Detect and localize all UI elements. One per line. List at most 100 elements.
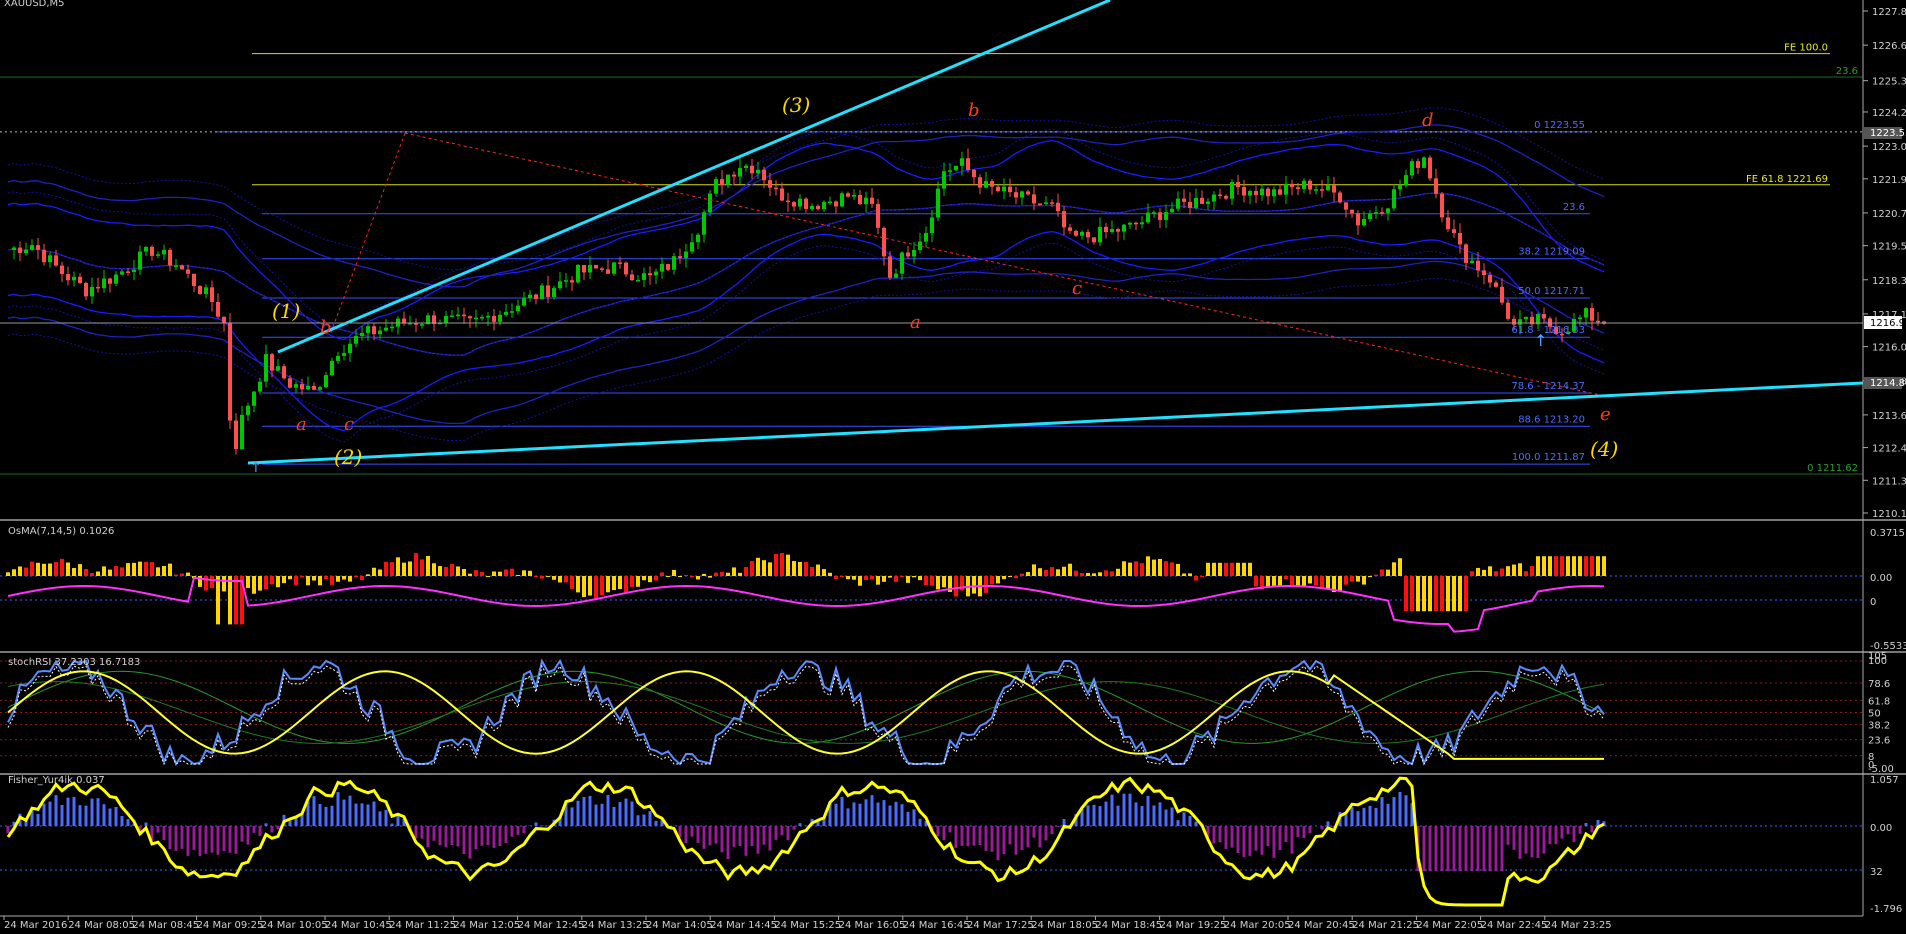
- candle-body[interactable]: [276, 366, 280, 370]
- candle-body[interactable]: [1020, 191, 1024, 197]
- candle-body[interactable]: [1518, 319, 1522, 324]
- candle-body[interactable]: [684, 251, 688, 257]
- candle-body[interactable]: [108, 279, 112, 284]
- candle-body[interactable]: [1224, 196, 1228, 199]
- candle-body[interactable]: [330, 361, 334, 375]
- candle-body[interactable]: [1350, 210, 1354, 214]
- candle-body[interactable]: [1446, 217, 1450, 229]
- candle-body[interactable]: [162, 250, 166, 254]
- time-axis[interactable]: 24 Mar 201624 Mar 08:0524 Mar 08:4524 Ma…: [0, 916, 1863, 930]
- candle-body[interactable]: [486, 316, 490, 318]
- candle-body[interactable]: [804, 199, 808, 209]
- candle-body[interactable]: [192, 274, 196, 286]
- candle-body[interactable]: [96, 287, 100, 289]
- candle-body[interactable]: [1122, 225, 1126, 232]
- candle-body[interactable]: [672, 256, 676, 270]
- candle-body[interactable]: [852, 195, 856, 197]
- osma-pane[interactable]: OsMA(7,14,5) 0.1026: [0, 526, 1863, 632]
- candle-body[interactable]: [1500, 287, 1504, 303]
- candle-body[interactable]: [624, 263, 628, 275]
- candle-body[interactable]: [1218, 194, 1222, 196]
- candle-body[interactable]: [342, 353, 346, 356]
- candle-body[interactable]: [708, 194, 712, 213]
- candle-body[interactable]: [1380, 212, 1384, 214]
- candle-body[interactable]: [816, 206, 820, 209]
- fisher-pane[interactable]: Fisher_Yur4ik 0.037: [0, 775, 1863, 905]
- candle-body[interactable]: [1458, 233, 1462, 244]
- candle-body[interactable]: [468, 316, 472, 318]
- candle-body[interactable]: [1344, 202, 1348, 209]
- candle-body[interactable]: [288, 378, 292, 387]
- candle-body[interactable]: [1356, 213, 1360, 225]
- candle-body[interactable]: [1452, 229, 1456, 233]
- candle-body[interactable]: [1272, 189, 1276, 196]
- candle-body[interactable]: [786, 201, 790, 203]
- candle-body[interactable]: [1176, 199, 1180, 209]
- candle-body[interactable]: [348, 344, 352, 353]
- candle-body[interactable]: [252, 392, 256, 406]
- candle-body[interactable]: [1188, 202, 1192, 208]
- candle-body[interactable]: [744, 166, 748, 168]
- candle-body[interactable]: [1014, 192, 1018, 197]
- candle-body[interactable]: [924, 233, 928, 241]
- candle-body[interactable]: [1512, 319, 1516, 325]
- candle-body[interactable]: [570, 280, 574, 282]
- candle-body[interactable]: [1248, 191, 1252, 196]
- candle-body[interactable]: [888, 256, 892, 277]
- candle-body[interactable]: [798, 199, 802, 207]
- candle-body[interactable]: [114, 275, 118, 284]
- candle-body[interactable]: [678, 256, 682, 258]
- candle-body[interactable]: [1242, 187, 1246, 195]
- candle-body[interactable]: [498, 315, 502, 322]
- candle-body[interactable]: [1428, 158, 1432, 179]
- candle-body[interactable]: [876, 204, 880, 228]
- candle-body[interactable]: [354, 336, 358, 344]
- candle-body[interactable]: [732, 175, 736, 177]
- candle-body[interactable]: [66, 274, 70, 280]
- candle-body[interactable]: [60, 266, 64, 274]
- candle-body[interactable]: [1032, 194, 1036, 203]
- candle-body[interactable]: [1194, 198, 1198, 208]
- candle-body[interactable]: [606, 269, 610, 273]
- candle-body[interactable]: [1296, 187, 1300, 189]
- candle-body[interactable]: [1170, 209, 1174, 212]
- candle-body[interactable]: [768, 180, 772, 188]
- candle-body[interactable]: [234, 421, 238, 449]
- candle-body[interactable]: [180, 265, 184, 269]
- candle-body[interactable]: [654, 272, 658, 276]
- candle-body[interactable]: [792, 202, 796, 206]
- candle-body[interactable]: [834, 201, 838, 206]
- candle-body[interactable]: [54, 255, 58, 265]
- candle-body[interactable]: [720, 179, 724, 185]
- candle-body[interactable]: [1416, 161, 1420, 168]
- candle-body[interactable]: [702, 212, 706, 234]
- candle-body[interactable]: [318, 387, 322, 390]
- candle-body[interactable]: [1290, 184, 1294, 187]
- stochrsi-pane[interactable]: stochRSI 37.2303 16.7183: [0, 657, 1863, 764]
- candle-body[interactable]: [642, 273, 646, 280]
- candle-body[interactable]: [1026, 191, 1030, 194]
- candle-body[interactable]: [1482, 270, 1486, 275]
- candle-body[interactable]: [1398, 185, 1402, 189]
- candle-body[interactable]: [1140, 222, 1144, 224]
- candle-body[interactable]: [282, 366, 286, 378]
- candle-body[interactable]: [1266, 189, 1270, 197]
- candle-body[interactable]: [1374, 212, 1378, 214]
- candle-body[interactable]: [750, 166, 754, 174]
- candle-body[interactable]: [168, 250, 172, 266]
- candle-body[interactable]: [210, 287, 214, 302]
- candle-body[interactable]: [1392, 189, 1396, 208]
- candle-body[interactable]: [1038, 203, 1042, 205]
- candle-body[interactable]: [1044, 202, 1048, 204]
- candle-body[interactable]: [1542, 314, 1546, 318]
- candle-body[interactable]: [1098, 227, 1102, 242]
- candle-body[interactable]: [324, 375, 328, 387]
- candle-body[interactable]: [78, 277, 82, 283]
- candle-body[interactable]: [1002, 187, 1006, 191]
- candle-body[interactable]: [978, 177, 982, 187]
- candle-body[interactable]: [1404, 175, 1408, 185]
- candle-body[interactable]: [102, 279, 106, 289]
- candle-body[interactable]: [1422, 158, 1426, 168]
- candle-body[interactable]: [1212, 194, 1216, 201]
- candle-body[interactable]: [24, 250, 28, 253]
